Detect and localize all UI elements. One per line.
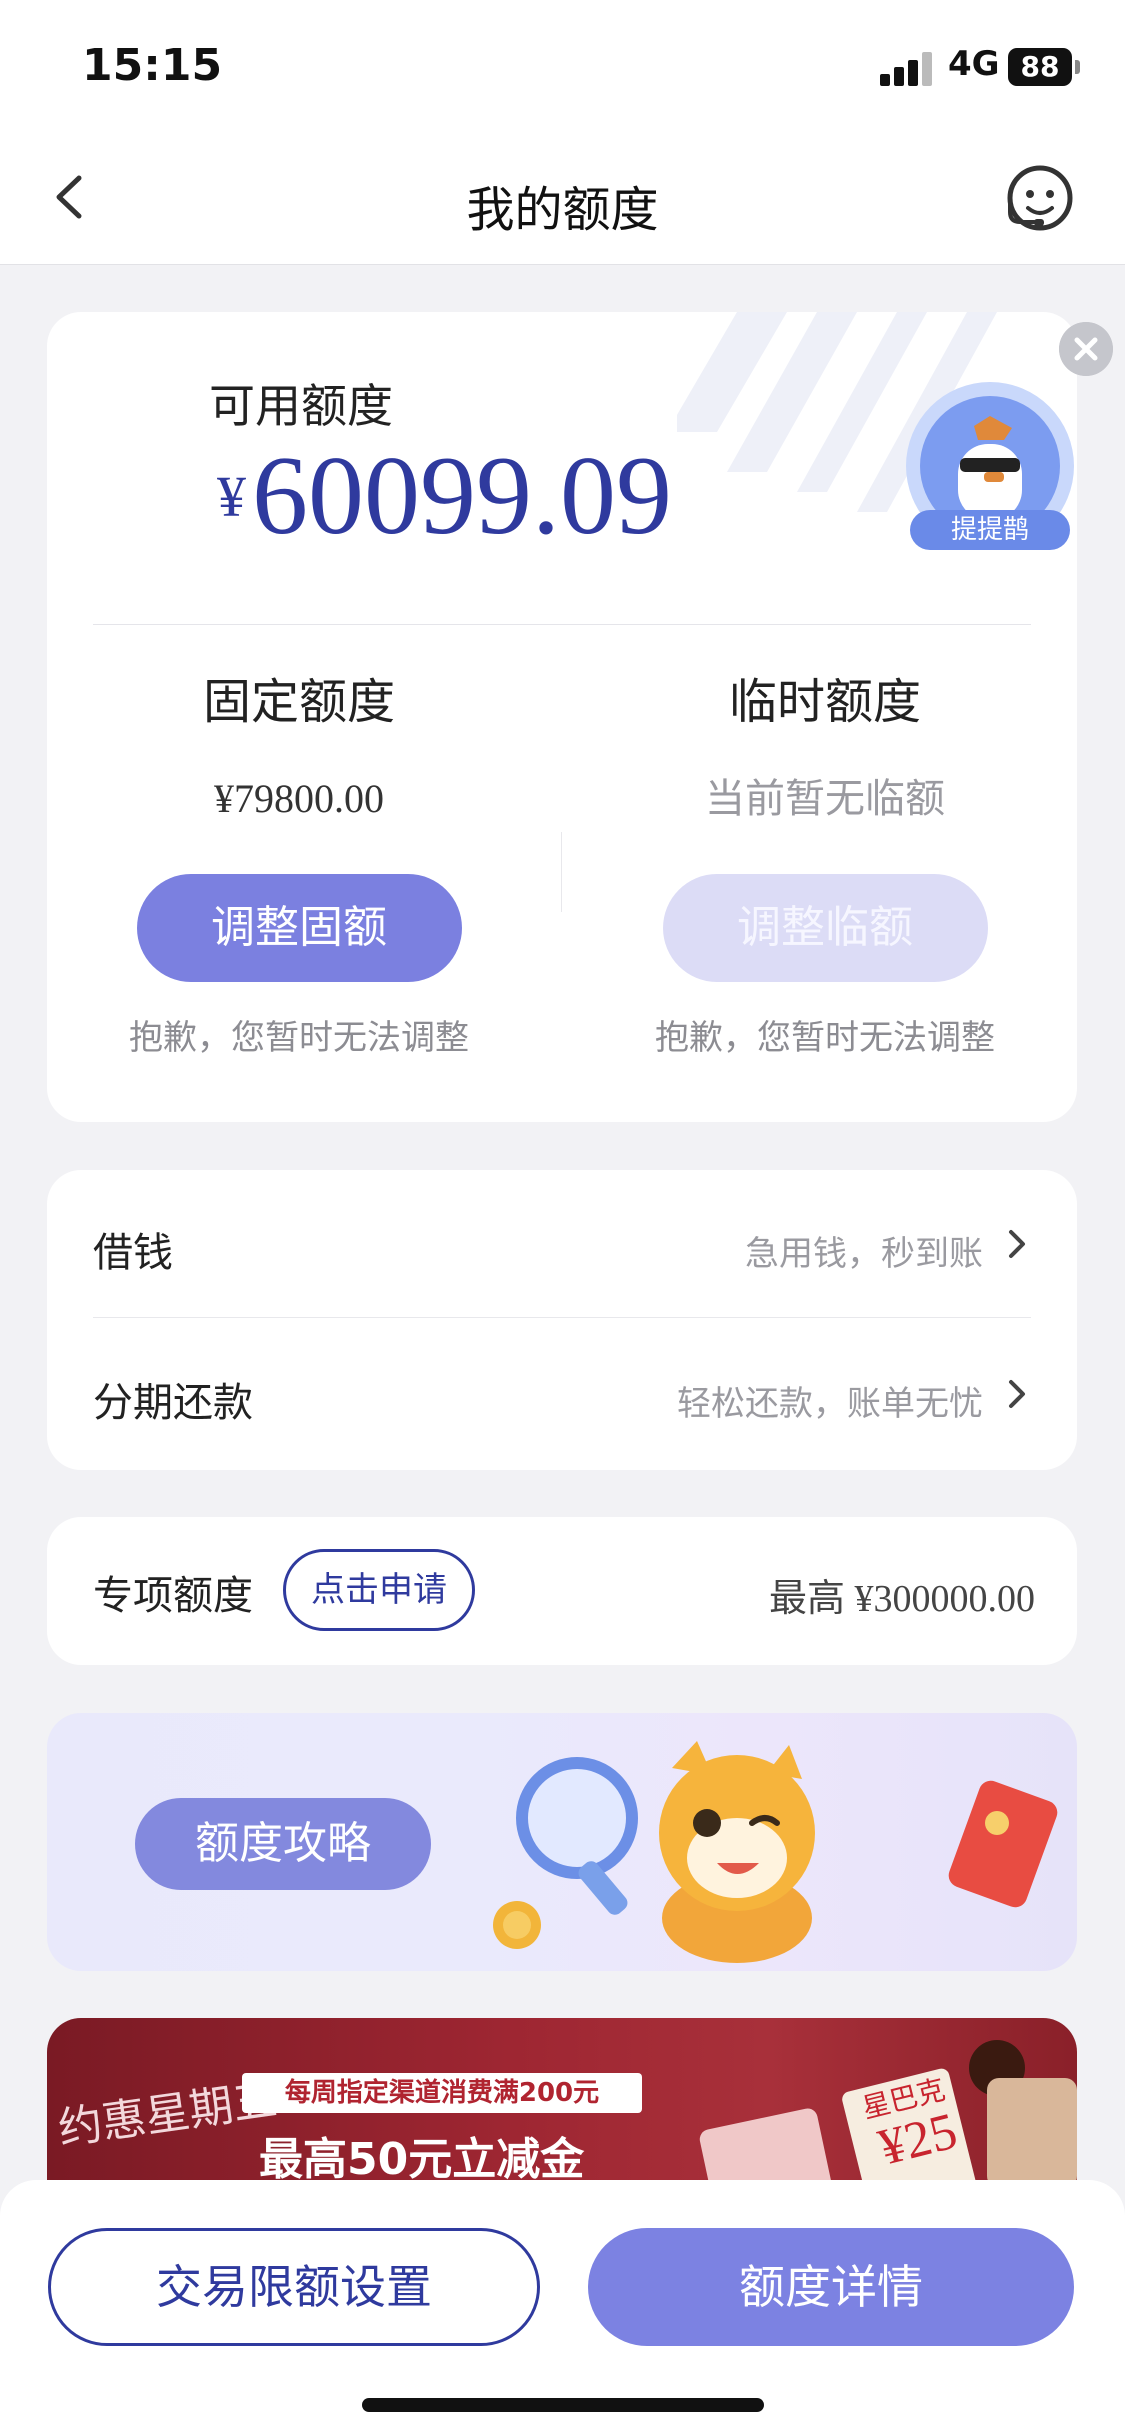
menu-card: 借钱 急用钱，秒到账 分期还款 轻松还款，账单无忧 (47, 1170, 1077, 1470)
fixed-quota-note: 抱歉，您暂时无法调整 (129, 1018, 469, 1058)
quota-guide-banner[interactable]: 额度攻略 (47, 1713, 1077, 1971)
menu-item-subtitle: 急用钱，秒到账 (745, 1234, 983, 1274)
divider (561, 832, 562, 912)
menu-item-label: 借钱 (93, 1230, 173, 1276)
adjust-temp-quota-button[interactable]: 调整临额 (662, 874, 988, 982)
status-time: 15:15 (82, 40, 223, 91)
promo-headline: 最高50元立减金 (259, 2134, 585, 2185)
fixed-quota-title: 固定额度 (202, 674, 395, 730)
special-quota-card: 专项额度 点击申请 最高 ¥300000.00 (47, 1517, 1077, 1665)
menu-item-installment[interactable]: 分期还款 轻松还款，账单无忧 (93, 1320, 1031, 1468)
fixed-quota-section: 固定额度 ¥79800.00 调整固额 抱歉，您暂时无法调整 (89, 672, 509, 1059)
menu-item-borrow[interactable]: 借钱 急用钱，秒到账 (93, 1170, 1031, 1318)
battery-cap (1075, 60, 1080, 74)
apply-button[interactable]: 点击申请 (283, 1549, 475, 1631)
signal-icon (880, 50, 936, 86)
currency-symbol: ¥ (217, 464, 246, 529)
available-quota-value: 60099.09 (252, 434, 672, 558)
special-quota-label: 专项额度 (93, 1573, 253, 1619)
home-indicator[interactable] (362, 2398, 764, 2412)
mascot-label: 提提鹊 (951, 515, 1029, 545)
page-title: 我的额度 (466, 182, 659, 238)
mascot-pelican-icon[interactable]: 提提鹊 (900, 380, 1080, 560)
available-quota-amount: ¥60099.09 (217, 432, 672, 561)
quota-details-button[interactable]: 额度详情 (588, 2228, 1074, 2346)
adjust-fixed-quota-button[interactable]: 调整固额 (136, 874, 462, 982)
menu-item-label: 分期还款 (93, 1380, 253, 1426)
promo-tag: 每周指定渠道消费满200元 (242, 2073, 642, 2113)
special-quota-max: 最高 ¥300000.00 (768, 1578, 1035, 1620)
chevron-right-icon (1009, 1380, 1025, 1408)
temp-quota-note: 抱歉，您暂时无法调整 (655, 1018, 995, 1058)
available-quota-label: 可用额度 (209, 379, 393, 433)
temp-quota-value: 当前暂无临额 (705, 776, 945, 822)
nav-bar: 我的额度 (0, 130, 1125, 265)
quota-guide-button[interactable]: 额度攻略 (135, 1798, 431, 1890)
status-bar: 15:15 4G 88 (0, 0, 1125, 130)
customer-service-icon[interactable] (1000, 160, 1080, 240)
temp-quota-title: 临时额度 (728, 674, 921, 730)
chevron-right-icon (1009, 1230, 1025, 1258)
divider (93, 624, 1031, 625)
menu-item-subtitle: 轻松还款，账单无忧 (677, 1384, 983, 1424)
fixed-quota-value: ¥79800.00 (214, 776, 384, 821)
network-type: 4G (948, 44, 1000, 84)
battery-icon: 88 (1008, 48, 1072, 86)
temp-quota-section: 临时额度 当前暂无临额 调整临额 抱歉，您暂时无法调整 (615, 672, 1035, 1059)
transaction-limit-settings-button[interactable]: 交易限额设置 (48, 2228, 540, 2346)
close-icon[interactable] (1059, 322, 1113, 376)
